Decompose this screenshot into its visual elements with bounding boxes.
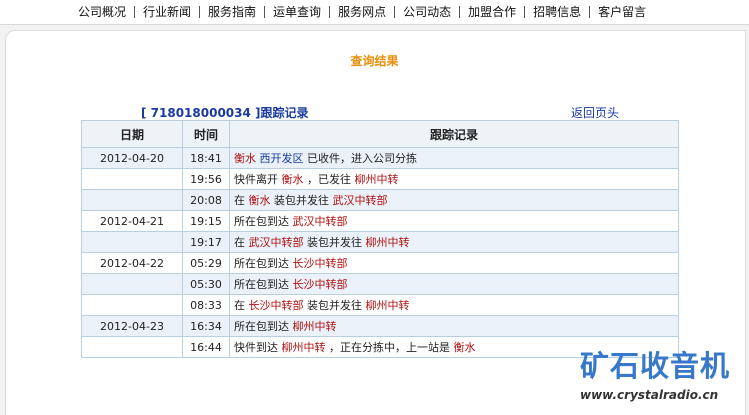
- record-text: 所在包到达: [234, 320, 293, 333]
- cell-record: 所在包到达 武汉中转部: [229, 210, 679, 232]
- record-text: 所在包到达: [234, 215, 293, 228]
- cell-date: 2012-04-22: [81, 252, 183, 274]
- header-date: 日期: [81, 120, 183, 148]
- header-record: 跟踪记录: [229, 120, 679, 148]
- table-row: 19:17 在 武汉中转部 装包并发往 柳州中转: [81, 231, 679, 253]
- record-text: 快件到达: [234, 341, 282, 354]
- record-text: 在: [234, 236, 249, 249]
- place-name: 武汉中转部: [292, 215, 348, 228]
- nav-item[interactable]: 服务指南: [200, 4, 264, 20]
- cell-record: 在 武汉中转部 装包并发往 柳州中转: [229, 231, 679, 253]
- place-name: 柳州中转: [354, 173, 399, 186]
- cell-record: 所在包到达 长沙中转部: [229, 252, 679, 274]
- place-name: 柳州中转: [365, 299, 410, 312]
- record-text: 装包并发往: [303, 299, 366, 312]
- nav-item[interactable]: 行业新闻: [135, 4, 199, 20]
- watermark: 矿石收音机 www.crystalradio.cn: [580, 348, 749, 402]
- table-row: 08:33 在 长沙中转部 装包并发往 柳州中转: [81, 294, 679, 316]
- main-nav: 公司概况 行业新闻 服务指南 运单查询 服务网点 公司动态 加盟合作 招聘信息 客户留言: [70, 4, 654, 20]
- nav-item[interactable]: 公司动态: [395, 4, 459, 20]
- watermark-url: www.crystalradio.cn: [580, 388, 719, 402]
- cell-record: 所在包到达 柳州中转: [229, 315, 679, 337]
- nav-item[interactable]: 服务网点: [330, 4, 394, 20]
- cell-date: 2012-04-20: [81, 147, 183, 169]
- place-name: 衡水: [281, 173, 304, 186]
- cell-record: 衡水 西开发区 已收件，进入公司分拣: [229, 147, 679, 169]
- record-text: 装包并发往: [270, 194, 333, 207]
- cell-time: 05:29: [182, 252, 230, 274]
- record-text: 快件离开: [234, 173, 282, 186]
- cell-date: [81, 189, 183, 211]
- nav-item[interactable]: 公司概况: [70, 4, 134, 20]
- cell-date: [81, 294, 183, 316]
- place-name: 衡水: [234, 152, 256, 165]
- cell-date: 2012-04-21: [81, 210, 183, 232]
- table-header-row: 日期 时间 跟踪记录: [81, 120, 679, 148]
- record-text: 装包并发往: [303, 236, 366, 249]
- place-name: 武汉中转部: [332, 194, 388, 207]
- cell-time: 16:34: [182, 315, 230, 337]
- cell-time: 19:17: [182, 231, 230, 253]
- record-text: 所在包到达: [234, 278, 293, 291]
- cell-date: [81, 273, 183, 295]
- header-time: 时间: [182, 120, 230, 148]
- table-row: 19:56 快件离开 衡水 ，已发往 柳州中转: [81, 168, 679, 190]
- cell-date: [81, 168, 183, 190]
- cell-time: 20:08: [182, 189, 230, 211]
- place-name: 长沙中转部: [292, 257, 348, 270]
- tracking-heading: [ 718018000034 ]跟踪记录: [141, 104, 309, 121]
- nav-item[interactable]: 加盟合作: [460, 4, 524, 20]
- cell-time: 05:30: [182, 273, 230, 295]
- watermark-title: 矿石收音机: [580, 349, 731, 383]
- place-name: 柳州中转: [365, 236, 410, 249]
- cell-record: 在 衡水 装包并发往 武汉中转部: [229, 189, 679, 211]
- record-text: ，已发往: [303, 173, 355, 186]
- top-nav-bar: 公司概况 行业新闻 服务指南 运单查询 服务网点 公司动态 加盟合作 招聘信息 客户留言: [0, 0, 749, 25]
- tracking-table: 日期 时间 跟踪记录 2012-04-20 18:41 衡水 西开发区 已收件，进入…: [81, 120, 679, 358]
- place-name: 武汉中转部: [248, 236, 304, 249]
- result-title: 查询结果: [350, 54, 399, 68]
- place-name: 衡水: [453, 341, 476, 354]
- cell-record: 所在包到达 长沙中转部: [229, 273, 679, 295]
- cell-time: 18:41: [182, 147, 230, 169]
- record-text: ，正在分拣中，上一站是: [325, 341, 454, 354]
- table-row: 05:30 所在包到达 长沙中转部: [81, 273, 679, 295]
- place-name: 柳州中转: [292, 320, 337, 333]
- cell-record: 快件离开 衡水 ，已发往 柳州中转: [229, 168, 679, 190]
- record-text: 在: [234, 194, 249, 207]
- district-name: 西开发区: [259, 152, 304, 165]
- place-name: 长沙中转部: [248, 299, 304, 312]
- cell-record: 在 长沙中转部 装包并发往 柳州中转: [229, 294, 679, 316]
- place-name: 衡水: [248, 194, 271, 207]
- cell-date: 2012-04-23: [81, 315, 183, 337]
- cell-time: 08:33: [182, 294, 230, 316]
- place-name: 柳州中转: [281, 341, 326, 354]
- nav-item[interactable]: 运单查询: [265, 4, 329, 20]
- table-row: 20:08 在 衡水 装包并发往 武汉中转部: [81, 189, 679, 211]
- record-text: 已收件，进入公司分拣: [303, 152, 417, 165]
- table-row: 2012-04-23 16:34 所在包到达 柳州中转: [81, 315, 679, 337]
- nav-item[interactable]: 招聘信息: [525, 4, 589, 20]
- nav-item[interactable]: 客户留言: [590, 4, 654, 20]
- table-row: 2012-04-22 05:29 所在包到达 长沙中转部: [81, 252, 679, 274]
- record-text: 所在包到达: [234, 257, 293, 270]
- cell-time: 16:44: [182, 336, 230, 358]
- record-text: 在: [234, 299, 249, 312]
- table-row: 2012-04-20 18:41 衡水 西开发区 已收件，进入公司分拣: [81, 147, 679, 169]
- cell-date: [81, 336, 183, 358]
- place-name: 长沙中转部: [292, 278, 348, 291]
- tracking-label: 跟踪记录: [260, 106, 309, 120]
- table-row: 2012-04-21 19:15 所在包到达 武汉中转部: [81, 210, 679, 232]
- cell-time: 19:15: [182, 210, 230, 232]
- cell-time: 19:56: [182, 168, 230, 190]
- back-to-top-link[interactable]: 返回页头: [571, 104, 619, 121]
- tracking-number: [ 718018000034 ]: [141, 106, 261, 120]
- cell-date: [81, 231, 183, 253]
